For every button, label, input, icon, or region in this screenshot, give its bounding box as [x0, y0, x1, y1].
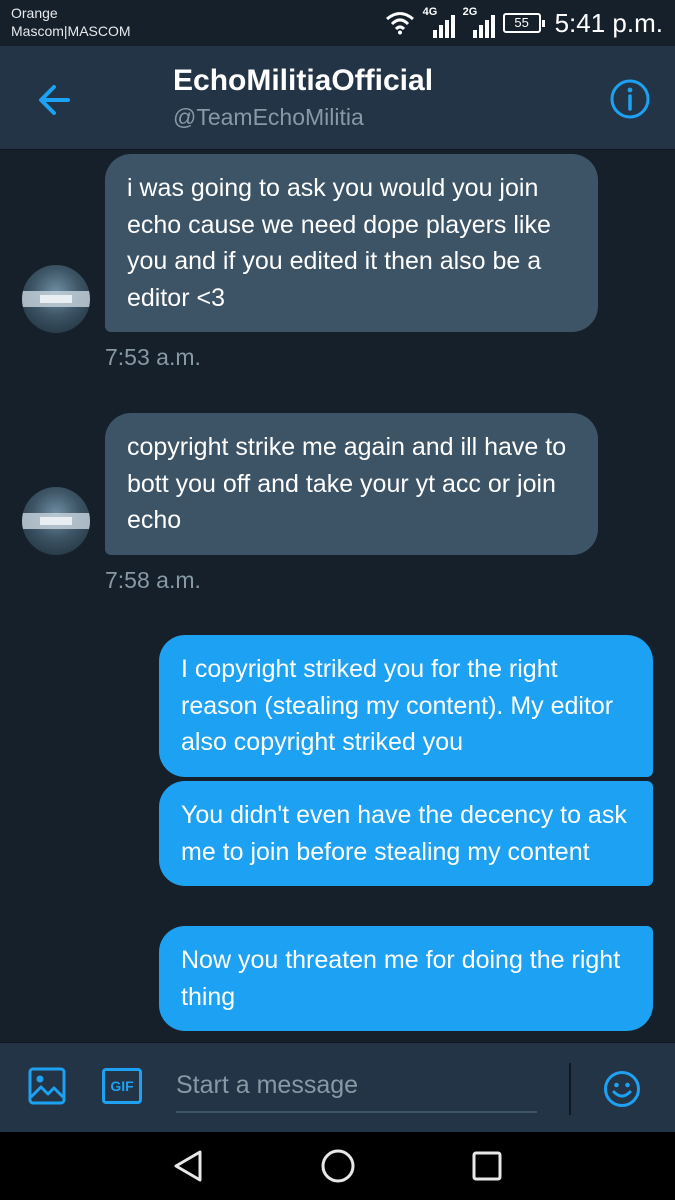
- nav-back-button[interactable]: [170, 1148, 206, 1184]
- emoji-button[interactable]: [603, 1070, 641, 1108]
- status-bar: Orange Mascom|MASCOM 4G 2G 55 5:41 p.m.: [0, 0, 675, 46]
- message-text: copyright strike me again and ill have t…: [127, 433, 567, 534]
- message-list[interactable]: i was going to ask you would you join ec…: [0, 150, 675, 1042]
- arrow-left-icon: [39, 85, 70, 115]
- sent-message[interactable]: You didn't even have the decency to ask …: [159, 781, 653, 886]
- message-input[interactable]: [176, 1061, 537, 1109]
- message-timestamp: 7:58 a.m.: [105, 567, 201, 593]
- add-photo-button[interactable]: [27, 1066, 67, 1106]
- sent-message[interactable]: I copyright striked you for the right re…: [159, 635, 653, 777]
- battery-icon: 55: [502, 13, 545, 33]
- message-text: You didn't even have the decency to ask …: [181, 801, 627, 866]
- message-input-wrapper: [176, 1061, 537, 1113]
- received-message[interactable]: copyright strike me again and ill have t…: [105, 413, 598, 555]
- smiley-icon: [604, 1071, 640, 1107]
- received-message[interactable]: i was going to ask you would you join ec…: [105, 154, 598, 332]
- sent-message[interactable]: Now you threaten me for doing the right …: [159, 926, 653, 1031]
- avatar[interactable]: [22, 487, 90, 555]
- gif-button[interactable]: GIF: [102, 1068, 142, 1104]
- image-icon: [28, 1067, 66, 1105]
- message-text: Now you threaten me for doing the right …: [181, 946, 621, 1011]
- info-icon: [610, 79, 650, 119]
- wifi-icon: [385, 12, 414, 35]
- system-navigation-bar: [0, 1132, 675, 1200]
- signal-4g-icon: 4G: [423, 6, 455, 38]
- nav-recents-button[interactable]: [471, 1150, 503, 1182]
- message-text: I copyright striked you for the right re…: [181, 655, 614, 756]
- avatar[interactable]: [22, 265, 90, 333]
- message-text: i was going to ask you would you join ec…: [127, 174, 551, 312]
- message-timestamp: 7:53 a.m.: [105, 344, 201, 370]
- status-time: 5:41 p.m.: [554, 7, 663, 38]
- conversation-handle[interactable]: @TeamEchoMilitia: [173, 104, 364, 131]
- conversation-title[interactable]: EchoMilitiaOfficial: [173, 64, 433, 98]
- status-icons: 4G 2G 55 5:41 p.m.: [385, 6, 663, 40]
- info-button[interactable]: [609, 78, 651, 120]
- circle-home-icon: [321, 1149, 355, 1183]
- carrier-name: Orange Mascom|MASCOM: [11, 4, 131, 40]
- carrier-line-1: Orange: [11, 5, 58, 21]
- back-button[interactable]: [30, 78, 82, 122]
- message-composer: GIF: [0, 1042, 675, 1132]
- square-recents-icon: [472, 1151, 502, 1181]
- composer-divider: [569, 1063, 571, 1115]
- nav-home-button[interactable]: [320, 1148, 356, 1184]
- triangle-back-icon: [174, 1150, 202, 1182]
- signal-2g-icon: 2G: [463, 6, 495, 38]
- carrier-line-2: Mascom|MASCOM: [11, 23, 131, 39]
- conversation-header: EchoMilitiaOfficial @TeamEchoMilitia: [0, 46, 675, 150]
